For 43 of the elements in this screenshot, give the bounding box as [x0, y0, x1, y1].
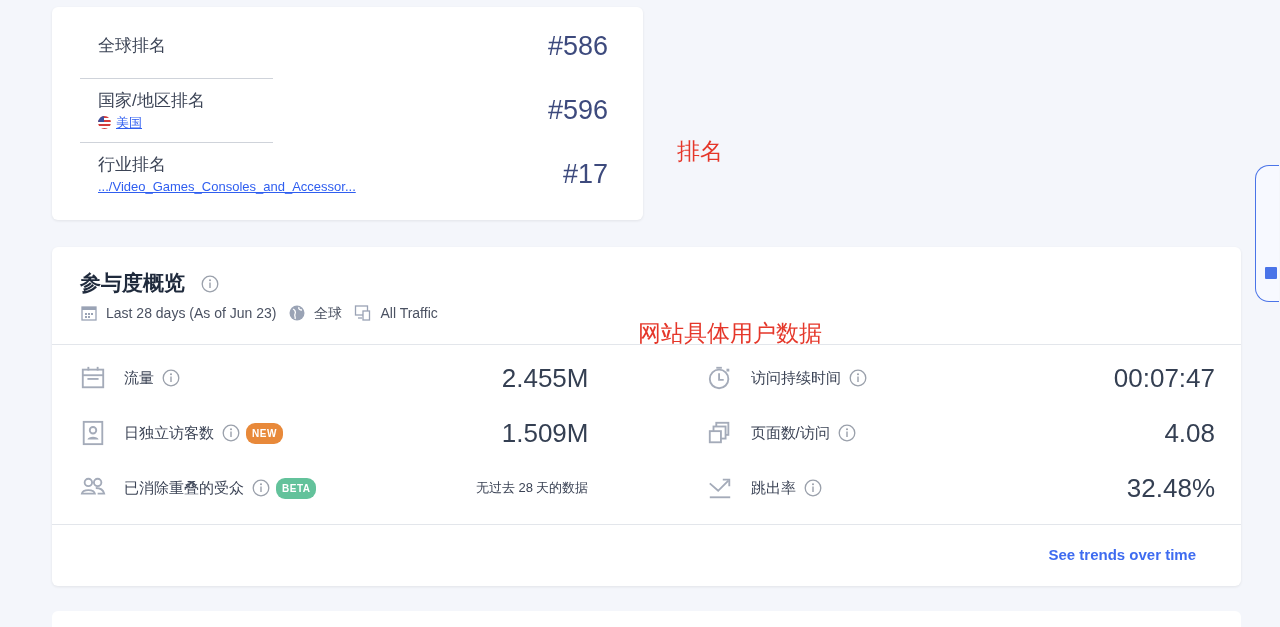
section-title: 参与度概览 — [80, 270, 185, 296]
status-badge: NEW — [246, 422, 283, 444]
metric-value: 2.455M — [501, 361, 589, 395]
status-badge: BETA — [276, 477, 317, 499]
info-icon[interactable] — [837, 424, 856, 442]
rank-link[interactable]: 美国 — [116, 113, 142, 133]
devices-icon — [354, 304, 373, 322]
metric-note: 无过去 28 天的数据 — [475, 479, 589, 498]
info-icon[interactable] — [803, 479, 822, 497]
rank-label: 国家/地区排名 — [98, 89, 205, 112]
rank-label: 行业排名 — [98, 153, 167, 176]
metric-label: 已消除重叠的受众 — [124, 477, 244, 498]
side-tab[interactable] — [1255, 165, 1279, 302]
metric-label: 页面数/访问 — [750, 422, 830, 443]
info-icon[interactable] — [201, 274, 219, 293]
metric-label: 访问持续时间 — [750, 367, 841, 388]
annotation-text: 排名 — [677, 137, 723, 166]
id-card-icon — [80, 420, 106, 446]
rank-label: 全球排名 — [98, 35, 166, 58]
square-icon — [1264, 265, 1278, 280]
info-icon[interactable] — [252, 479, 270, 497]
calendar-icon — [80, 365, 106, 391]
metric-value: 00:07:47 — [1113, 361, 1215, 395]
info-icon[interactable] — [162, 369, 180, 387]
metric-value: 32.48% — [1126, 471, 1215, 505]
globe-icon — [288, 304, 307, 322]
metric-label: 日独立访客数 — [124, 422, 214, 443]
annotation-text: 网站具体用户数据 — [638, 319, 822, 348]
filter-text: 全球 — [314, 303, 343, 323]
rank-value: #17 — [562, 157, 608, 191]
info-icon[interactable] — [222, 424, 240, 442]
calendar-icon — [80, 304, 98, 322]
metric-label: 跳出率 — [750, 477, 796, 498]
rank-value: #596 — [547, 93, 608, 127]
filter-text: Last 28 days (As of Jun 23) — [106, 303, 277, 323]
info-icon[interactable] — [848, 369, 867, 387]
filter-text: All Traffic — [380, 303, 438, 323]
metric-value: 1.509M — [501, 416, 589, 450]
metric-value: 4.08 — [1164, 416, 1215, 450]
rank-link[interactable]: .../Video_Games_Consoles_and_Accessor... — [98, 177, 356, 197]
metric-label: 流量 — [124, 367, 154, 388]
trends-link[interactable]: See trends over time — [1048, 543, 1196, 566]
rank-value: #586 — [547, 29, 608, 63]
